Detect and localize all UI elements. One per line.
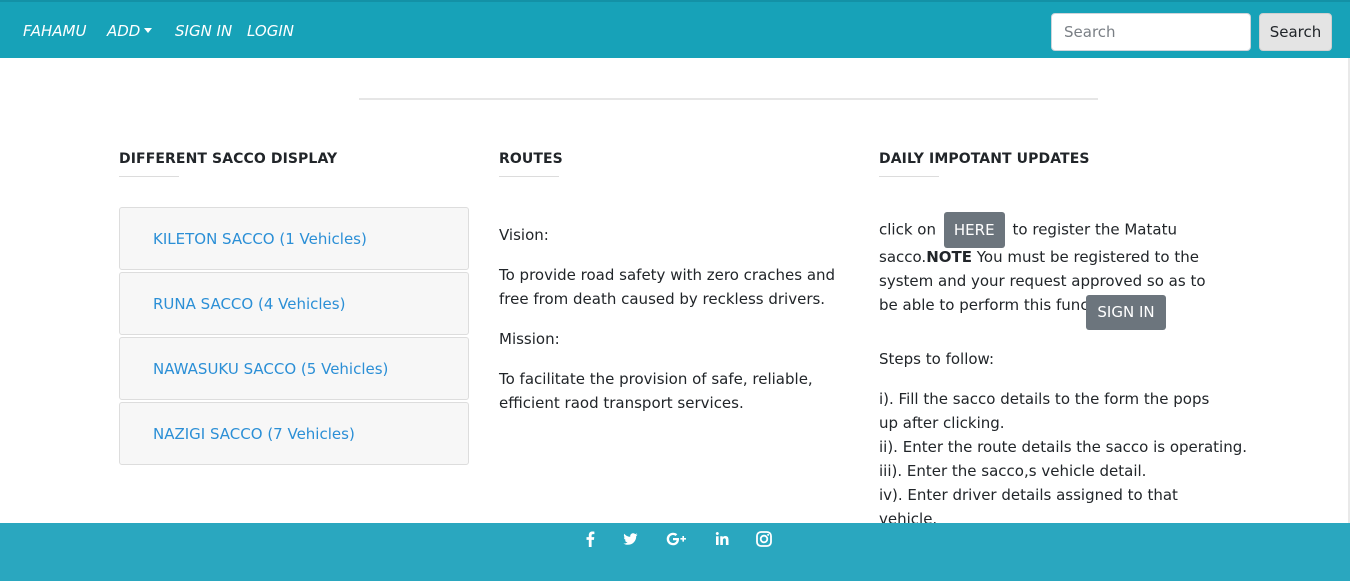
register-line: click on HERE to register the Matatu — [879, 212, 1224, 248]
updates-title-underline — [879, 176, 939, 177]
step-item-1: i). Fill the sacco details to the form t… — [879, 390, 1210, 432]
search-input[interactable] — [1051, 13, 1251, 51]
here-button[interactable]: HERE — [943, 212, 1005, 248]
sacco-link[interactable]: KILETON SACCO (1 Vehicles) — [153, 230, 367, 248]
instagram-icon[interactable] — [752, 527, 776, 551]
sacco-link[interactable]: NAWASUKU SACCO (5 Vehicles) — [153, 360, 388, 378]
nav-add-label: ADD — [107, 22, 141, 40]
footer — [0, 523, 1350, 581]
step-item-3: iii). Enter the sacco,s vehicle detail. — [879, 462, 1147, 480]
sacco-text: sacco. — [879, 248, 927, 266]
routes-section-title: ROUTES — [499, 151, 563, 167]
click-on-text: click on — [879, 220, 936, 239]
search-button[interactable]: Search — [1259, 13, 1332, 51]
sign-in-button[interactable]: SIGN IN — [1086, 295, 1166, 330]
nav-login-link[interactable]: LOGIN — [247, 22, 294, 40]
mission-text: To facilitate the provision of safe, rel… — [499, 370, 813, 412]
sacco-title-underline — [119, 176, 179, 177]
sacco-list: KILETON SACCO (1 Vehicles) RUNA SACCO (4… — [119, 207, 469, 467]
register-text: to register the Matatu — [1012, 220, 1177, 239]
linkedin-icon[interactable] — [710, 527, 734, 551]
note-label: NOTE — [926, 248, 972, 266]
nav-sign-in-link[interactable]: SIGN IN — [175, 22, 232, 40]
vision-label: Vision: — [499, 226, 549, 244]
sacco-item-kileton[interactable]: KILETON SACCO (1 Vehicles) — [119, 207, 469, 270]
google-plus-icon[interactable] — [664, 527, 690, 551]
step-item-2: ii). Enter the route details the sacco i… — [879, 438, 1247, 456]
facebook-icon[interactable] — [578, 527, 602, 551]
routes-title-underline — [499, 176, 559, 177]
sacco-item-runa[interactable]: RUNA SACCO (4 Vehicles) — [119, 272, 469, 335]
sacco-link[interactable]: RUNA SACCO (4 Vehicles) — [153, 295, 345, 313]
navbar: FAHAMU ADD SIGN IN LOGIN Search — [0, 0, 1350, 58]
nav-add-dropdown[interactable]: ADD — [107, 22, 153, 40]
caret-down-icon — [144, 28, 153, 33]
sacco-section-title: DIFFERENT SACCO DISPLAY — [119, 151, 338, 167]
sacco-item-nawasuku[interactable]: NAWASUKU SACCO (5 Vehicles) — [119, 337, 469, 400]
sacco-item-nazigi[interactable]: NAZIGI SACCO (7 Vehicles) — [119, 402, 469, 465]
updates-section-title: DAILY IMPOTANT UPDATES — [879, 151, 1090, 167]
steps-label: Steps to follow: — [879, 350, 995, 368]
sacco-link[interactable]: NAZIGI SACCO (7 Vehicles) — [153, 425, 355, 443]
note-paragraph: sacco.NOTE You must be registered to the… — [879, 245, 1224, 317]
nav-brand-link[interactable]: FAHAMU — [23, 22, 86, 40]
twitter-icon[interactable] — [618, 527, 642, 551]
divider — [359, 98, 1098, 100]
mission-label: Mission: — [499, 330, 560, 348]
vision-text: To provide road safety with zero craches… — [499, 266, 836, 308]
